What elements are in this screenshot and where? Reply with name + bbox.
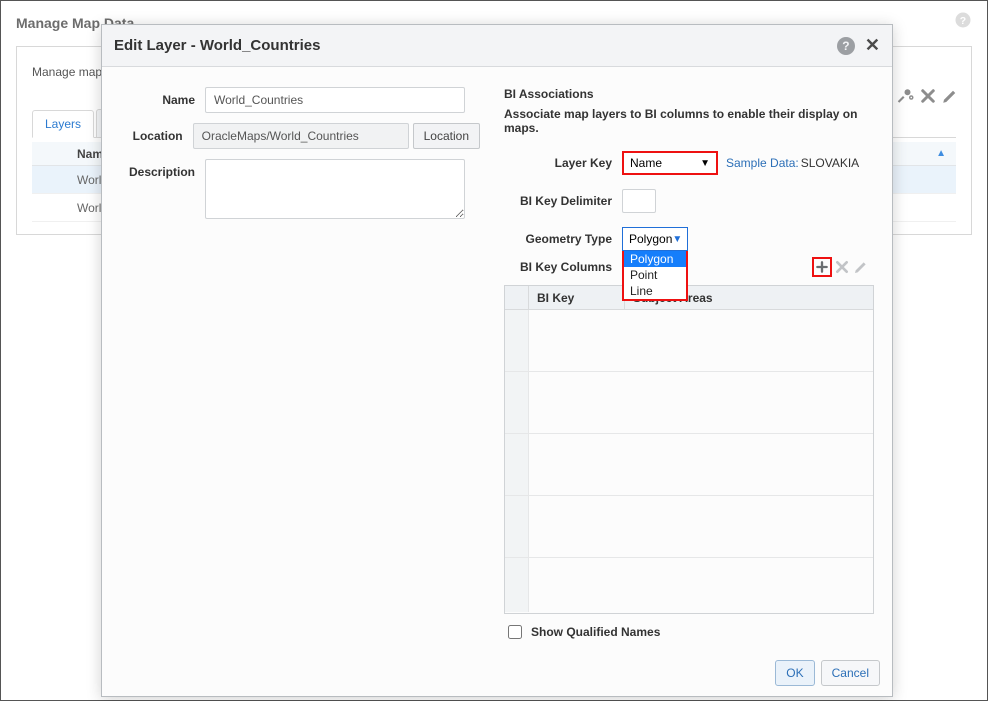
geometry-option-polygon[interactable]: Polygon — [624, 251, 686, 267]
geometry-type-value: Polygon — [629, 232, 672, 246]
table-row[interactable] — [505, 558, 873, 612]
label-bi-key-delimiter: BI Key Delimiter — [504, 194, 622, 208]
label-name: Name — [120, 87, 205, 113]
cancel-button[interactable]: Cancel — [821, 660, 880, 686]
svg-text:?: ? — [960, 15, 966, 27]
right-column: BI Associations Associate map layers to … — [504, 87, 874, 642]
delete-x-icon[interactable] — [919, 87, 937, 105]
location-button[interactable]: Location — [413, 123, 480, 149]
show-qualified-row: Show Qualified Names — [504, 622, 874, 642]
dialog-help-icon[interactable]: ? — [837, 37, 855, 55]
col-bi-key[interactable]: BI Key — [529, 286, 625, 309]
geometry-option-point[interactable]: Point — [624, 267, 686, 283]
edit-pencil-icon[interactable] — [941, 87, 959, 105]
geometry-type-combo[interactable]: Polygon ▼ Polygon Point Line — [622, 227, 688, 251]
delete-bi-key-icon[interactable] — [833, 258, 851, 276]
geometry-option-line[interactable]: Line — [624, 283, 686, 299]
label-geometry-type: Geometry Type — [504, 232, 622, 246]
location-input — [193, 123, 409, 149]
name-input[interactable] — [205, 87, 465, 113]
bi-key-table-body — [505, 310, 873, 613]
dialog-header: Edit Layer - World_Countries ? ✕ — [102, 25, 892, 67]
edit-layer-dialog: Edit Layer - World_Countries ? ✕ Name Lo… — [101, 24, 893, 697]
label-layer-key: Layer Key — [504, 156, 622, 170]
toolbar-icons — [897, 87, 959, 105]
table-row[interactable] — [505, 372, 873, 434]
dialog-title: Edit Layer - World_Countries — [114, 37, 320, 54]
table-row[interactable] — [505, 496, 873, 558]
geometry-type-dropdown: Polygon Point Line — [622, 251, 688, 301]
left-column: Name Location Location Description — [120, 87, 480, 642]
bi-associations-sub: Associate map layers to BI columns to en… — [504, 107, 874, 135]
sort-asc-icon[interactable]: ▲ — [936, 148, 946, 159]
show-qualified-label: Show Qualified Names — [531, 625, 660, 639]
tab-layers[interactable]: Layers — [32, 110, 94, 138]
bi-key-table-header: BI Key Subject Areas — [505, 286, 873, 310]
dialog-footer: OK Cancel — [102, 652, 892, 696]
bi-associations-title: BI Associations — [504, 87, 874, 101]
bi-key-toolbar — [812, 257, 874, 277]
sample-data-link[interactable]: Sample Data: — [726, 156, 799, 170]
layer-key-value: Name — [630, 156, 662, 170]
dialog-body: Name Location Location Description — [102, 67, 892, 652]
label-bi-key-columns: BI Key Columns — [504, 260, 622, 274]
bi-key-delimiter-input[interactable] — [622, 189, 656, 213]
edit-bi-key-icon[interactable] — [852, 258, 870, 276]
table-row[interactable] — [505, 310, 873, 372]
page-help-icon[interactable]: ? — [954, 11, 972, 34]
show-qualified-checkbox[interactable] — [508, 625, 522, 639]
label-description: Description — [120, 159, 205, 219]
ok-button[interactable]: OK — [775, 660, 814, 686]
label-location: Location — [120, 123, 193, 149]
bi-key-table: BI Key Subject Areas — [504, 285, 874, 614]
table-row[interactable] — [505, 434, 873, 496]
description-textarea[interactable] — [205, 159, 465, 219]
close-icon[interactable]: ✕ — [865, 35, 880, 56]
sample-data-value: SLOVAKIA — [801, 156, 859, 170]
add-bi-key-button[interactable] — [812, 257, 832, 277]
chevron-down-icon: ▼ — [672, 234, 682, 245]
layer-key-combo[interactable]: Name ▼ — [622, 151, 718, 175]
pin-icon[interactable] — [897, 87, 915, 105]
chevron-down-icon: ▼ — [700, 158, 710, 169]
